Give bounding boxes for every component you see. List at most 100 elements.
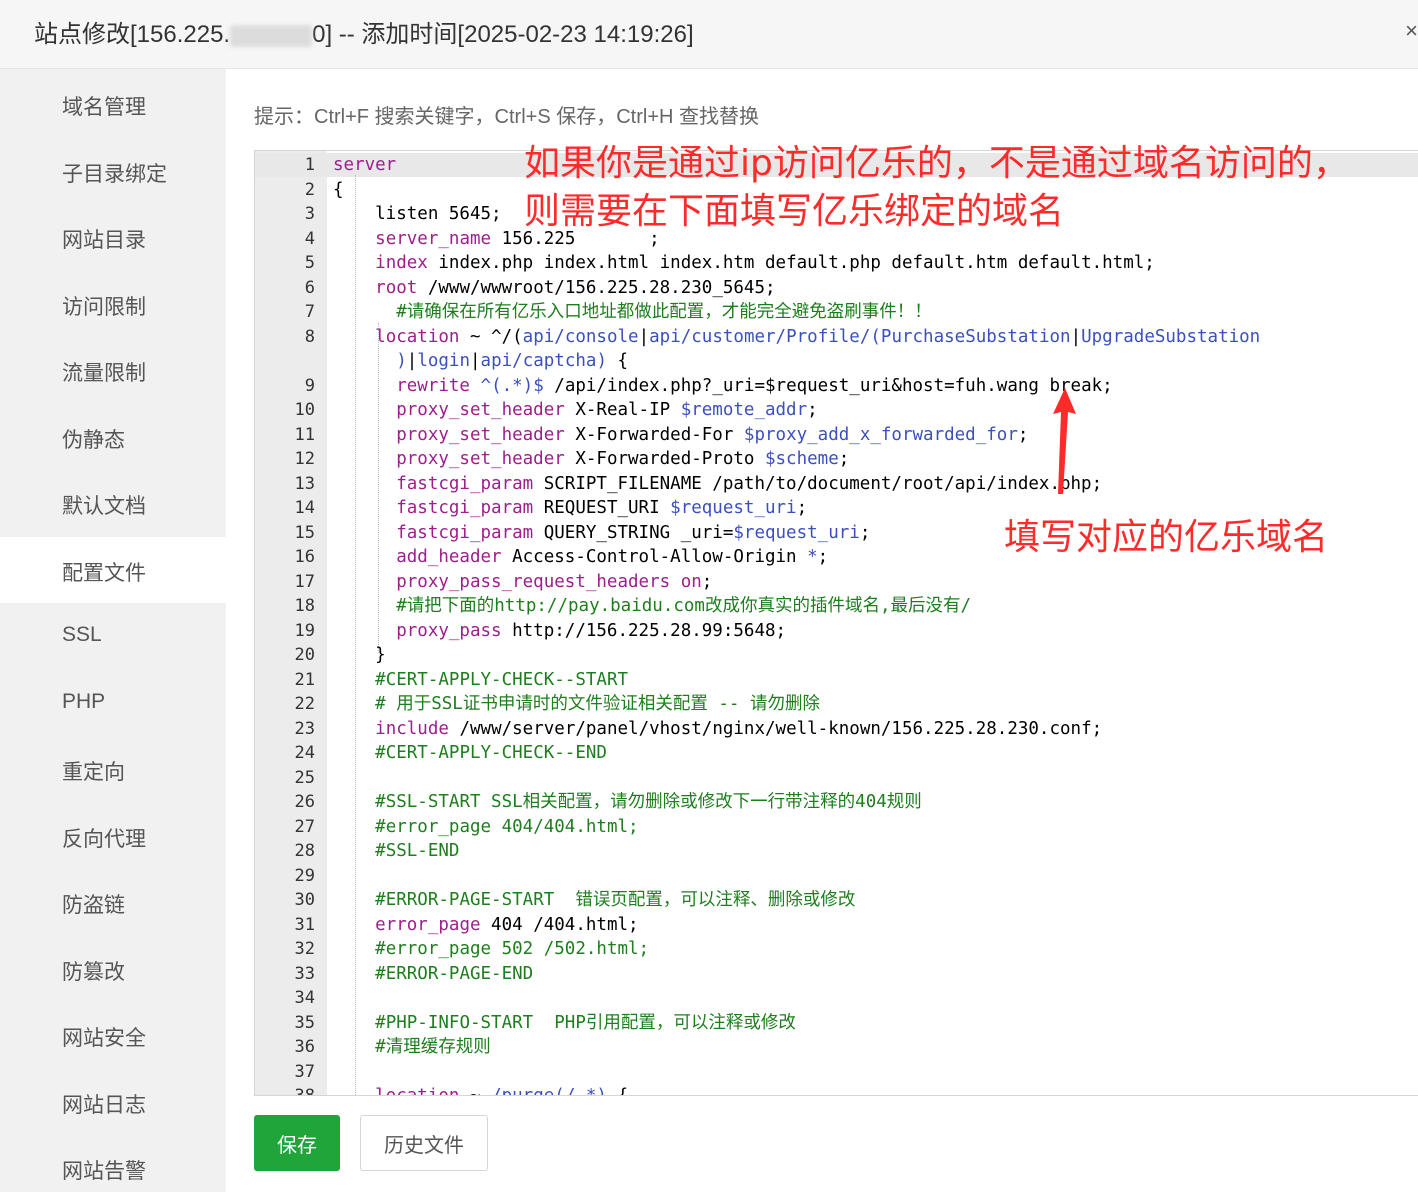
history-file-button[interactable]: 历史文件 xyxy=(360,1115,488,1171)
code-line: )|login|api/captcha) { xyxy=(255,349,1418,373)
sidebar-item[interactable]: 网站目录 xyxy=(0,204,226,270)
code-token: { xyxy=(333,179,344,200)
sidebar-item[interactable]: 网站日志 xyxy=(0,1069,226,1135)
code-token: X-Real-IP xyxy=(564,400,681,420)
code-line: 5 index index.php index.html index.htm d… xyxy=(255,251,1418,275)
code-line: 24 #CERT-APPLY-CHECK--END xyxy=(255,741,1418,765)
code-token: rewrite xyxy=(396,375,470,396)
code-text: #error_page 404/404.html; xyxy=(333,815,639,839)
save-button[interactable]: 保存 xyxy=(254,1115,340,1171)
sidebar-item[interactable]: 子目录绑定 xyxy=(0,138,226,204)
sidebar-item[interactable]: 域名管理 xyxy=(0,71,226,137)
line-number: 4 xyxy=(304,228,315,249)
code-token: #清理缓存规则 xyxy=(375,1037,491,1057)
code-text: rewrite ^(.*)$ /api/index.php?_uri=$requ… xyxy=(333,374,1112,398)
sidebar-item[interactable]: 访问限制 xyxy=(0,271,226,337)
code-token: proxy_pass xyxy=(396,620,502,641)
sidebar-item[interactable]: 防盗链 xyxy=(0,869,226,935)
code-token: #SSL-START SSL相关配置，请勿删除或修改下一行带注释的404规则 xyxy=(375,792,922,812)
code-line: 37 xyxy=(255,1060,1418,1084)
code-text: fastcgi_param QUERY_STRING _uri=$request… xyxy=(333,521,870,545)
code-token: proxy_set_header xyxy=(396,424,565,445)
code-text: location ~ /purge(/.*) { xyxy=(333,1084,628,1096)
code-text: #CERT-APPLY-CHECK--END xyxy=(333,741,607,765)
line-number: 14 xyxy=(294,498,315,518)
sidebar-item-label: 默认文档 xyxy=(62,495,146,518)
code-token: proxy_pass_request_headers xyxy=(396,571,671,592)
code-token: $remote_addr xyxy=(680,400,808,420)
code-text: add_header Access-Control-Allow-Origin *… xyxy=(333,545,828,569)
code-line: 10 proxy_set_header X-Real-IP $remote_ad… xyxy=(255,398,1418,422)
code-line: 33 #ERROR-PAGE-END xyxy=(255,962,1418,986)
code-text: # 用于SSL证书申请时的文件验证相关配置 -- 请勿删除 xyxy=(333,692,820,716)
sidebar-item[interactable]: 网站安全 xyxy=(0,1002,226,1068)
sidebar-item[interactable]: 反向代理 xyxy=(0,803,226,869)
code-token: #请确保在所有亿乐入口地址都做此配置，才能完全避免盗刷事件！！ xyxy=(396,302,932,322)
code-token: proxy_set_header xyxy=(396,449,565,469)
code-line: 22 # 用于SSL证书申请时的文件验证相关配置 -- 请勿删除 xyxy=(255,692,1418,716)
code-token: #error_page 404/404.html; xyxy=(375,816,639,837)
sidebar-item[interactable]: 防篡改 xyxy=(0,936,226,1002)
code-line: 12 proxy_set_header X-Forwarded-Proto $s… xyxy=(255,447,1418,471)
sidebar-item[interactable]: 重定向 xyxy=(0,736,226,802)
sidebar-item[interactable]: SSL xyxy=(0,603,226,669)
code-token: #CERT-APPLY-CHECK--START xyxy=(375,669,629,690)
code-editor[interactable]: 1 server 2 {3 listen 5645; 4 server_name 15 6… xyxy=(254,150,1418,1096)
code-line: 13 fastcgi_param SCRIPT_FILENAME /path/t… xyxy=(255,472,1418,496)
code-text: #PHP-INFO-START PHP引用配置，可以注释或修改 xyxy=(333,1011,796,1035)
code-token: | xyxy=(406,351,418,371)
code-token: fastcgi_param xyxy=(396,498,534,518)
code-line: 7 #请确保在所有亿乐入口地址都做此配置，才能完全避免盗刷事件！！ xyxy=(255,300,1418,324)
sidebar-item[interactable]: PHP xyxy=(0,670,226,736)
code-token: api/console xyxy=(522,326,639,347)
sidebar-item[interactable]: 网站告警 xyxy=(0,1135,226,1201)
sidebar-item[interactable]: 伪静态 xyxy=(0,404,226,470)
code-line: 9 rewrite ^(.*)$ /api/index.php?_uri=$re… xyxy=(255,374,1418,398)
close-icon[interactable]: × xyxy=(1405,18,1418,44)
line-number: 31 xyxy=(294,914,315,935)
code-text: #error_page 502 /502.html; xyxy=(333,937,649,961)
sidebar-item[interactable]: 流量限制 xyxy=(0,337,226,403)
code-line: 11 proxy_set_header X-Forwarded-For $pro… xyxy=(255,423,1418,447)
code-token: X-Forwarded-For xyxy=(564,424,744,445)
line-number: 17 xyxy=(294,571,315,592)
code-token: ; xyxy=(807,400,818,420)
line-number: 32 xyxy=(294,939,315,959)
code-text: include /www/server/panel/vhost/nginx/we… xyxy=(333,717,1102,741)
code-text: fastcgi_param SCRIPT_FILENAME /path/to/d… xyxy=(333,472,1102,496)
code-text: root /www/wwwroot/156.225.28.230_5645; xyxy=(333,276,775,300)
code-text: index index.php index.html index.htm def… xyxy=(333,251,1155,275)
sidebar-item[interactable]: 配置文件 xyxy=(0,536,226,603)
code-line: 30 #ERROR-PAGE-START 错误页配置，可以注释、删除或修改 xyxy=(255,888,1418,912)
code-text: #ERROR-PAGE-END xyxy=(333,962,533,986)
code-line: 27 #error_page 404/404.html; xyxy=(255,815,1418,839)
line-number: 12 xyxy=(294,449,315,469)
line-number: 33 xyxy=(294,963,315,984)
code-line: 38 location ~ /purge(/.*) { xyxy=(255,1084,1418,1096)
line-number: 28 xyxy=(294,841,315,861)
sidebar-item[interactable]: 默认文档 xyxy=(0,470,226,536)
sidebar-item-label: 流量限制 xyxy=(62,362,146,385)
code-token: server_name xyxy=(375,228,492,249)
sidebar-item-label: 网站告警 xyxy=(62,1160,146,1183)
line-number: 34 xyxy=(294,988,315,1008)
code-token: 404 /404.html; xyxy=(480,914,639,935)
line-number: 2 xyxy=(304,179,315,200)
code-token: ~ xyxy=(459,1086,492,1096)
code-text: server xyxy=(333,153,396,177)
